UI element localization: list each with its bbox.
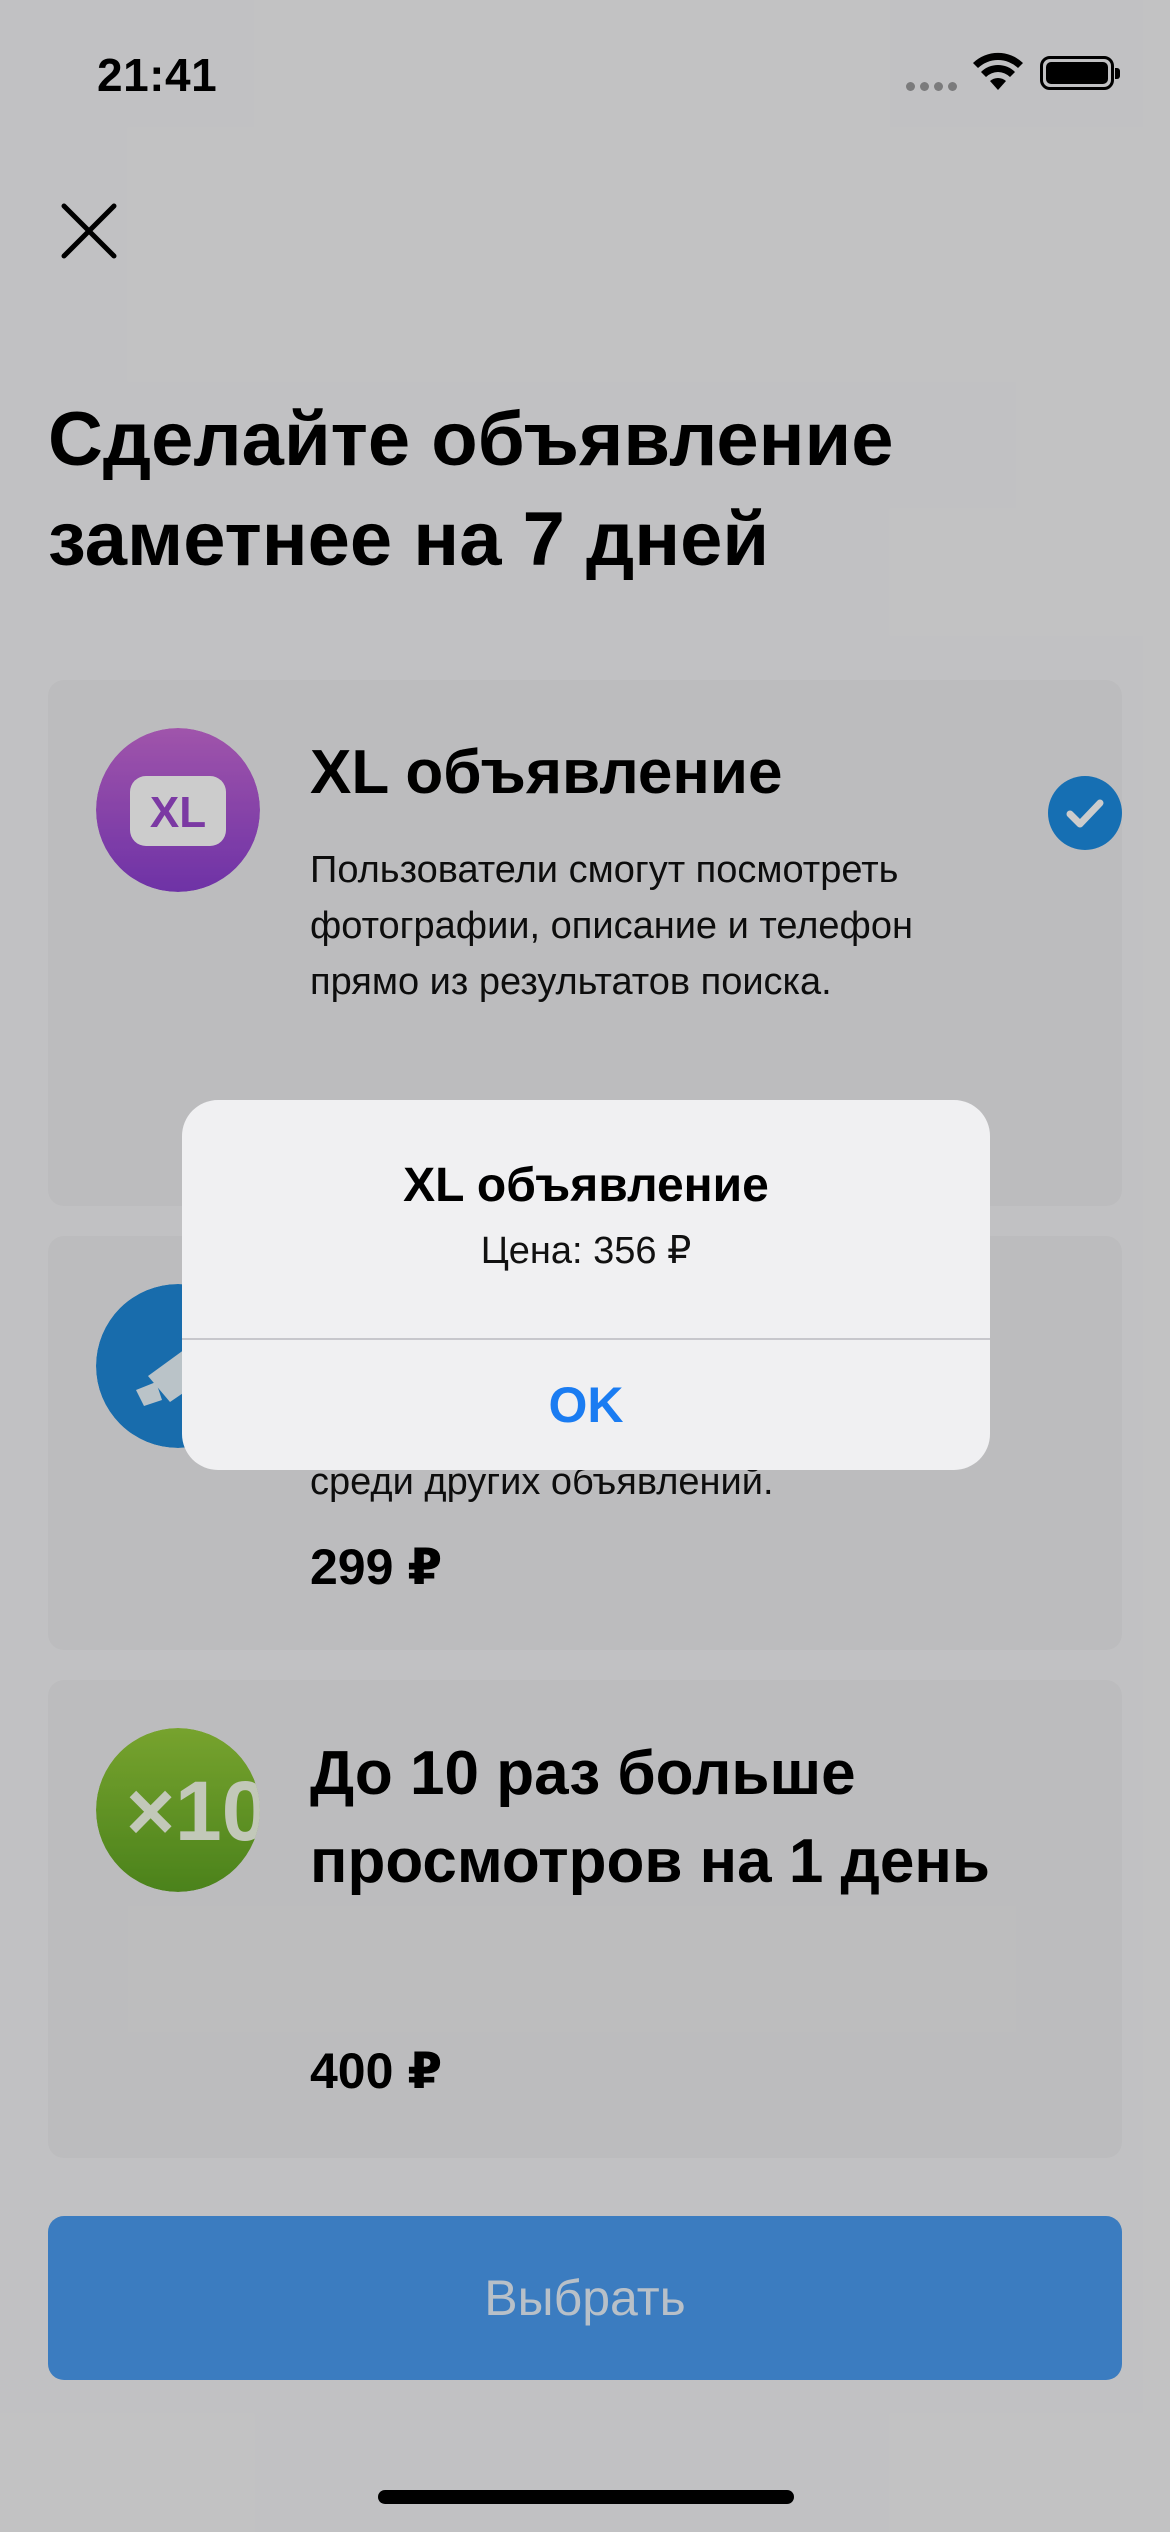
alert-title: XL объявление	[403, 1159, 769, 1212]
screen: 21:41 Сделайте объявление заметнее на 7 …	[0, 0, 1170, 2532]
alert-dialog: XL объявление Цена: 356 ₽ OK	[182, 1100, 990, 1470]
alert-message: Цена: 356 ₽	[480, 1230, 692, 1272]
alert-ok-button[interactable]: OK	[182, 1340, 990, 1470]
home-indicator[interactable]	[378, 2490, 794, 2504]
